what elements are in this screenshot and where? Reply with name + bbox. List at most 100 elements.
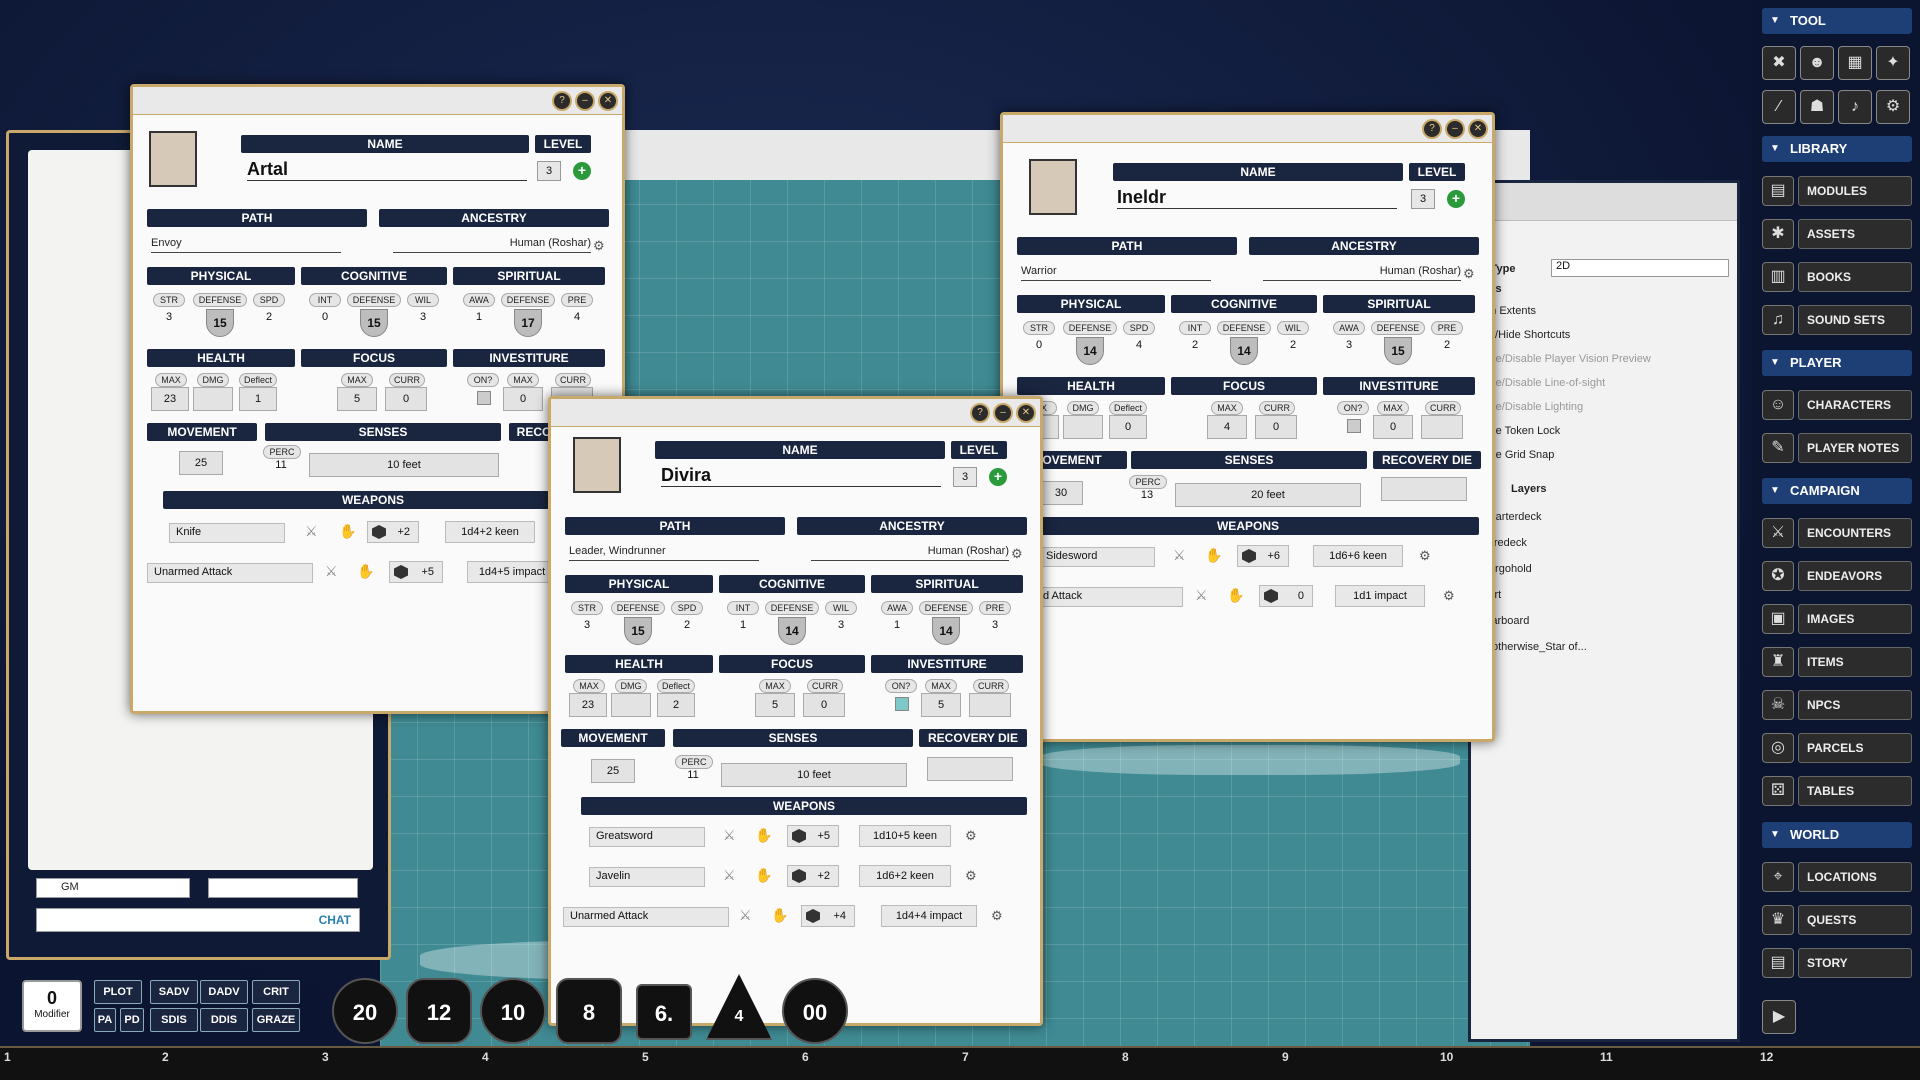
player-header[interactable]: PLAYER	[1762, 350, 1912, 376]
hotkey-number[interactable]: 11	[1600, 1050, 1613, 1064]
hotkey-number[interactable]: 8	[1122, 1050, 1129, 1064]
awa-value[interactable]: 1	[469, 311, 489, 323]
investiture-max[interactable]: 0	[503, 387, 543, 411]
mod-button[interactable]: SDIS	[150, 1008, 198, 1032]
spd-value[interactable]: 2	[259, 311, 279, 323]
sword-icon[interactable]: ⚔	[723, 867, 736, 884]
sheet-titlebar[interactable]	[133, 87, 622, 115]
library-modules[interactable]: ▤ MODULES	[1762, 174, 1912, 208]
mod-button[interactable]: CRIT	[252, 980, 300, 1004]
calendar-icon[interactable]: ▦	[1838, 46, 1872, 80]
health-dmg[interactable]	[1063, 415, 1103, 439]
hotkey-number[interactable]: 4	[482, 1050, 489, 1064]
hand-icon[interactable]: ✋	[755, 827, 772, 844]
hand-icon[interactable]: ✋	[339, 523, 356, 540]
close-icon[interactable]: ✕	[598, 91, 618, 111]
ancestry-value[interactable]: Human (Roshar)	[1263, 265, 1461, 281]
world-story[interactable]: ▤ STORY	[1762, 946, 1912, 980]
option-item[interactable]: able/Disable Line-of-sight	[1481, 377, 1605, 389]
senses-value[interactable]: 10 feet	[721, 763, 907, 787]
investiture-max[interactable]: 0	[1373, 415, 1413, 439]
world-header[interactable]: WORLD	[1762, 822, 1912, 848]
library-assets[interactable]: ✱ ASSETS	[1762, 217, 1912, 251]
investiture-curr[interactable]	[969, 693, 1011, 717]
perc-value[interactable]: 13	[1137, 489, 1157, 501]
tool-icon[interactable]: ✦	[1876, 46, 1910, 80]
campaign-items[interactable]: ♜ ITEMS	[1762, 645, 1912, 679]
hotkey-number[interactable]: 6	[802, 1050, 809, 1064]
weapon-bonus[interactable]: 0	[1259, 585, 1313, 607]
weapon-bonus[interactable]: +2	[367, 521, 419, 543]
level-up-button[interactable]: +	[573, 162, 591, 180]
identity-select[interactable]: GM	[36, 878, 190, 898]
spiritual-defense[interactable]: 15	[1384, 337, 1412, 365]
focus-max[interactable]: 5	[755, 693, 795, 717]
tool-icon[interactable]: ☻	[1800, 46, 1834, 80]
d8-die[interactable]: 8	[556, 978, 622, 1044]
hotkey-number[interactable]: 1	[4, 1050, 11, 1064]
level-up-button[interactable]: +	[1447, 190, 1465, 208]
investiture-on-checkbox[interactable]	[1347, 419, 1361, 433]
cognitive-defense[interactable]: 14	[778, 617, 806, 645]
world-quests[interactable]: ♛ QUESTS	[1762, 903, 1912, 937]
weapon-name[interactable]: Sidesword	[1039, 547, 1155, 567]
wil-value[interactable]: 2	[1283, 339, 1303, 351]
library-header[interactable]: LIBRARY	[1762, 136, 1912, 162]
music-icon[interactable]: ♪	[1838, 90, 1872, 124]
chat-input[interactable]: CHAT	[36, 908, 360, 932]
modifier-value[interactable]: 0	[24, 988, 80, 1009]
spiritual-defense[interactable]: 14	[932, 617, 960, 645]
hotkey-bar[interactable]: 1 2 3 4 5 6 7 8 9 10 11 12	[0, 1046, 1920, 1080]
portrait[interactable]	[1029, 159, 1077, 215]
pre-value[interactable]: 3	[985, 619, 1005, 631]
hotkey-number[interactable]: 5	[642, 1050, 649, 1064]
d12-die[interactable]: 12	[406, 978, 472, 1044]
character-name[interactable]: Artal	[247, 159, 527, 181]
health-deflect[interactable]: 1	[239, 387, 277, 411]
movement-value[interactable]: 25	[179, 451, 223, 475]
portrait[interactable]	[573, 437, 621, 493]
option-item[interactable]: able/Disable Player Vision Preview	[1481, 353, 1651, 365]
gear-icon[interactable]: ⚙	[965, 869, 979, 883]
ancestry-value[interactable]: Human (Roshar)	[811, 545, 1009, 561]
gear-icon[interactable]: ⚙	[1876, 90, 1910, 124]
level-value[interactable]: 3	[1411, 189, 1435, 209]
help-icon[interactable]: ?	[970, 403, 990, 423]
gear-icon[interactable]: ⚙	[593, 239, 607, 253]
path-value[interactable]: Warrior	[1021, 265, 1211, 281]
awa-value[interactable]: 3	[1339, 339, 1359, 351]
wil-value[interactable]: 3	[413, 311, 433, 323]
spd-value[interactable]: 2	[677, 619, 697, 631]
health-deflect[interactable]: 0	[1109, 415, 1147, 439]
world-locations[interactable]: ⌖ LOCATIONS	[1762, 860, 1912, 894]
movement-value[interactable]: 25	[591, 759, 635, 783]
tool-icon[interactable]: ⁄	[1762, 90, 1796, 124]
character-name[interactable]: Ineldr	[1117, 187, 1397, 209]
campaign-tables[interactable]: ⚄ TABLES	[1762, 774, 1912, 808]
campaign-images[interactable]: ▣ IMAGES	[1762, 602, 1912, 636]
investiture-curr[interactable]	[1421, 415, 1463, 439]
path-value[interactable]: Envoy	[151, 237, 341, 253]
player-characters[interactable]: ☺ CHARACTERS	[1762, 388, 1912, 422]
gear-icon[interactable]: ⚙	[991, 909, 1005, 923]
hand-icon[interactable]: ✋	[357, 563, 374, 580]
d100-die[interactable]: 00	[782, 978, 848, 1044]
minimize-icon[interactable]: –	[575, 91, 595, 111]
hand-icon[interactable]: ✋	[755, 867, 772, 884]
layer-item[interactable]: Brotherwise_Star of...	[1481, 641, 1587, 653]
int-value[interactable]: 0	[315, 311, 335, 323]
sword-icon[interactable]: ⚔	[1195, 587, 1208, 604]
physical-defense[interactable]: 15	[624, 617, 652, 645]
help-icon[interactable]: ?	[552, 91, 572, 111]
senses-value[interactable]: 20 feet	[1175, 483, 1361, 507]
str-value[interactable]: 3	[577, 619, 597, 631]
str-value[interactable]: 3	[159, 311, 179, 323]
gear-icon[interactable]: ⚙	[965, 829, 979, 843]
hotkey-number[interactable]: 3	[322, 1050, 329, 1064]
mod-button[interactable]: DADV	[200, 980, 248, 1004]
spd-value[interactable]: 4	[1129, 339, 1149, 351]
recovery-die-value[interactable]	[1381, 477, 1467, 501]
sword-icon[interactable]: ⚔	[325, 563, 338, 580]
perc-value[interactable]: 11	[271, 459, 291, 471]
focus-max[interactable]: 5	[337, 387, 377, 411]
